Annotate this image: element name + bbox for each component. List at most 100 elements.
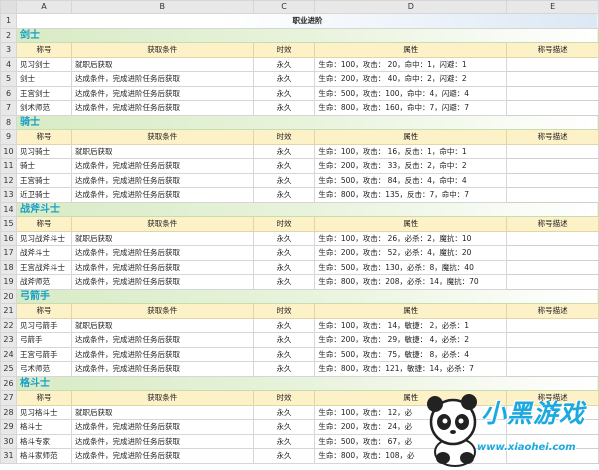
row-number[interactable]: 21 xyxy=(0,303,17,319)
condition-cell[interactable]: 达成条件，完成进阶任务后获取 xyxy=(70,100,254,116)
column-label-attr[interactable]: 属性 xyxy=(314,216,508,232)
attribute-cell[interactable]: 生命：200，攻击： 52，必杀：4，魔抗：20 xyxy=(314,245,508,261)
title-name-cell[interactable]: 见习格斗士 xyxy=(15,404,72,420)
duration-cell[interactable]: 永久 xyxy=(252,433,316,449)
row-number[interactable]: 3 xyxy=(0,42,17,58)
title-name-cell[interactable]: 见习剑士 xyxy=(15,56,72,72)
description-cell[interactable] xyxy=(506,85,599,101)
column-label-desc[interactable]: 称号描述 xyxy=(506,129,599,145)
row-number[interactable]: 16 xyxy=(0,230,17,246)
description-cell[interactable] xyxy=(506,274,599,290)
title-name-cell[interactable]: 王宫骑士 xyxy=(15,172,72,188)
select-all-corner[interactable] xyxy=(0,0,17,14)
description-cell[interactable] xyxy=(506,187,599,203)
duration-cell[interactable]: 永久 xyxy=(252,230,316,246)
row-number[interactable]: 27 xyxy=(0,390,17,406)
section-title[interactable]: 弓箭手 xyxy=(15,288,599,304)
row-number[interactable]: 6 xyxy=(0,85,17,101)
description-cell[interactable] xyxy=(506,143,599,159)
duration-cell[interactable]: 永久 xyxy=(252,245,316,261)
duration-cell[interactable]: 永久 xyxy=(252,187,316,203)
condition-cell[interactable]: 达成条件，完成进阶任务后获取 xyxy=(70,274,254,290)
row-number[interactable]: 24 xyxy=(0,346,17,362)
row-number[interactable]: 5 xyxy=(0,71,17,87)
condition-cell[interactable]: 达成条件，完成进阶任务后获取 xyxy=(70,361,254,377)
description-cell[interactable] xyxy=(506,100,599,116)
duration-cell[interactable]: 永久 xyxy=(252,404,316,420)
column-label-desc[interactable]: 称号描述 xyxy=(506,303,599,319)
column-label-dur[interactable]: 时效 xyxy=(252,216,316,232)
column-label-cond[interactable]: 获取条件 xyxy=(70,216,254,232)
title-name-cell[interactable]: 格斗专家 xyxy=(15,433,72,449)
column-label-name[interactable]: 称号 xyxy=(15,303,72,319)
row-number[interactable]: 7 xyxy=(0,100,17,116)
condition-cell[interactable]: 达成条件，完成进阶任务后获取 xyxy=(70,172,254,188)
row-number[interactable]: 9 xyxy=(0,129,17,145)
row-number[interactable]: 17 xyxy=(0,245,17,261)
column-label-desc[interactable]: 称号描述 xyxy=(506,216,599,232)
description-cell[interactable] xyxy=(506,158,599,174)
duration-cell[interactable]: 永久 xyxy=(252,259,316,275)
duration-cell[interactable]: 永久 xyxy=(252,332,316,348)
column-label-name[interactable]: 称号 xyxy=(15,129,72,145)
section-title[interactable]: 战斧斗士 xyxy=(15,201,599,217)
title-name-cell[interactable]: 剑士 xyxy=(15,71,72,87)
title-name-cell[interactable]: 战斧斗士 xyxy=(15,245,72,261)
title-name-cell[interactable]: 弓箭手 xyxy=(15,332,72,348)
duration-cell[interactable]: 永久 xyxy=(252,172,316,188)
attribute-cell[interactable]: 生命：200，攻击： 29，敏捷： 4，必杀：2 xyxy=(314,332,508,348)
condition-cell[interactable]: 就职后获取 xyxy=(70,143,254,159)
duration-cell[interactable]: 永久 xyxy=(252,143,316,159)
description-cell[interactable] xyxy=(506,56,599,72)
title-name-cell[interactable]: 王宫弓箭手 xyxy=(15,346,72,362)
attribute-cell[interactable]: 生命：100，攻击： 20，命中：1，闪避：1 xyxy=(314,56,508,72)
row-number[interactable]: 15 xyxy=(0,216,17,232)
condition-cell[interactable]: 就职后获取 xyxy=(70,56,254,72)
title-name-cell[interactable]: 骑士 xyxy=(15,158,72,174)
column-header[interactable]: E xyxy=(506,0,599,14)
section-title[interactable]: 骑士 xyxy=(15,114,599,130)
attribute-cell[interactable]: 生命：800，攻击：121，敏捷：14，必杀：7 xyxy=(314,361,508,377)
column-header[interactable]: A xyxy=(15,0,72,14)
row-number[interactable]: 22 xyxy=(0,317,17,333)
attribute-cell[interactable]: 生命：800，攻击：160，命中：7，闪避：7 xyxy=(314,100,508,116)
column-label-name[interactable]: 称号 xyxy=(15,42,72,58)
row-number[interactable]: 11 xyxy=(0,158,17,174)
attribute-cell[interactable]: 生命：100，攻击： 14，敏捷： 2，必杀：1 xyxy=(314,317,508,333)
title-name-cell[interactable]: 王宫战斧斗士 xyxy=(15,259,72,275)
description-cell[interactable] xyxy=(506,245,599,261)
duration-cell[interactable]: 永久 xyxy=(252,361,316,377)
description-cell[interactable] xyxy=(506,361,599,377)
attribute-cell[interactable]: 生命：500，攻击：130，必杀：8，魔抗：40 xyxy=(314,259,508,275)
row-number[interactable]: 14 xyxy=(0,201,17,217)
duration-cell[interactable]: 永久 xyxy=(252,56,316,72)
column-label-dur[interactable]: 时效 xyxy=(252,129,316,145)
condition-cell[interactable]: 达成条件，完成进阶任务后获取 xyxy=(70,346,254,362)
condition-cell[interactable]: 达成条件，完成进阶任务后获取 xyxy=(70,187,254,203)
attribute-cell[interactable]: 生命：500，攻击： 75，敏捷： 8，必杀：4 xyxy=(314,346,508,362)
description-cell[interactable] xyxy=(506,230,599,246)
condition-cell[interactable]: 达成条件，完成进阶任务后获取 xyxy=(70,71,254,87)
row-number[interactable]: 23 xyxy=(0,332,17,348)
row-number[interactable]: 18 xyxy=(0,259,17,275)
sheet-title[interactable]: 职业进阶 xyxy=(15,13,599,29)
column-label-attr[interactable]: 属性 xyxy=(314,303,508,319)
column-label-dur[interactable]: 时效 xyxy=(252,42,316,58)
row-number[interactable]: 31 xyxy=(0,448,17,464)
description-cell[interactable] xyxy=(506,346,599,362)
title-name-cell[interactable]: 见习骑士 xyxy=(15,143,72,159)
column-header[interactable]: D xyxy=(314,0,508,14)
title-name-cell[interactable]: 战斧师范 xyxy=(15,274,72,290)
column-label-dur[interactable]: 时效 xyxy=(252,303,316,319)
duration-cell[interactable]: 永久 xyxy=(252,158,316,174)
title-name-cell[interactable]: 弓术师范 xyxy=(15,361,72,377)
row-number[interactable]: 4 xyxy=(0,56,17,72)
title-name-cell[interactable]: 格斗家师范 xyxy=(15,448,72,464)
attribute-cell[interactable]: 生命：200，攻击： 33，反击：2，命中：2 xyxy=(314,158,508,174)
duration-cell[interactable]: 永久 xyxy=(252,346,316,362)
row-number[interactable]: 28 xyxy=(0,404,17,420)
condition-cell[interactable]: 达成条件，完成进阶任务后获取 xyxy=(70,332,254,348)
condition-cell[interactable]: 达成条件，完成进阶任务后获取 xyxy=(70,259,254,275)
row-number[interactable]: 20 xyxy=(0,288,17,304)
duration-cell[interactable]: 永久 xyxy=(252,448,316,464)
